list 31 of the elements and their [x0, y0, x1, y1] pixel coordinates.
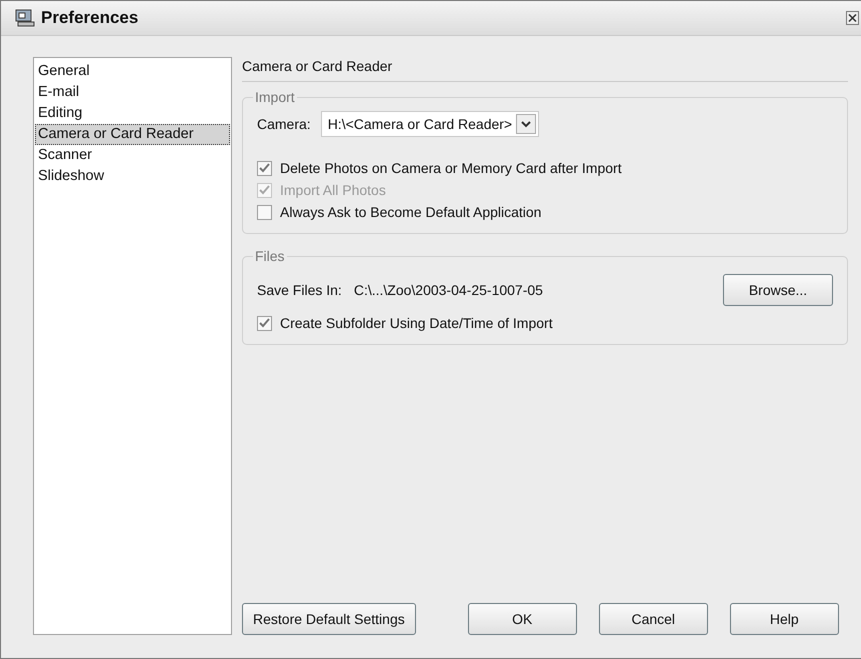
checkbox-label: Always Ask to Become Default Application — [280, 204, 542, 220]
save-path: C:\...\Zoo\2003-04-25-1007-05 — [354, 282, 543, 298]
camera-label: Camera: — [257, 116, 311, 132]
panel-title: Camera or Card Reader — [242, 57, 848, 82]
group-title: Import — [254, 89, 296, 105]
dialog-button[interactable]: OK — [468, 603, 577, 635]
checkmark-icon — [259, 163, 270, 173]
category-item[interactable]: E-mail — [35, 82, 230, 103]
checkbox[interactable] — [257, 204, 272, 220]
checkbox[interactable] — [257, 160, 272, 176]
group-title: Files — [254, 248, 286, 264]
category-item[interactable]: Editing — [35, 103, 230, 124]
checkmark-icon — [259, 318, 270, 328]
save-files-label: Save Files In: — [257, 282, 342, 298]
category-item[interactable]: General — [35, 61, 230, 82]
camera-dropdown[interactable]: H:\<Camera or Card Reader> — [320, 111, 540, 137]
checkbox-label: Import All Photos — [280, 182, 386, 198]
close-icon[interactable] — [846, 11, 859, 25]
app-icon — [15, 9, 35, 27]
checkbox-label: Create Subfolder Using Date/Time of Import — [280, 315, 553, 331]
category-item[interactable]: Scanner — [35, 145, 230, 166]
window-title: Preferences — [41, 8, 140, 28]
category-item[interactable]: Camera or Card Reader — [35, 124, 230, 145]
checkmark-icon — [259, 185, 270, 195]
checkbox-label: Delete Photos on Camera or Memory Card after Import — [280, 160, 622, 176]
dialog-button[interactable]: Help — [730, 603, 839, 635]
restore-defaults-button[interactable]: Restore Default Settings — [242, 603, 416, 635]
browse-button[interactable]: Browse... — [723, 274, 833, 306]
checkbox[interactable] — [257, 316, 272, 330]
category-item[interactable]: Slideshow — [35, 166, 230, 187]
dialog-button[interactable]: Cancel — [598, 603, 708, 635]
